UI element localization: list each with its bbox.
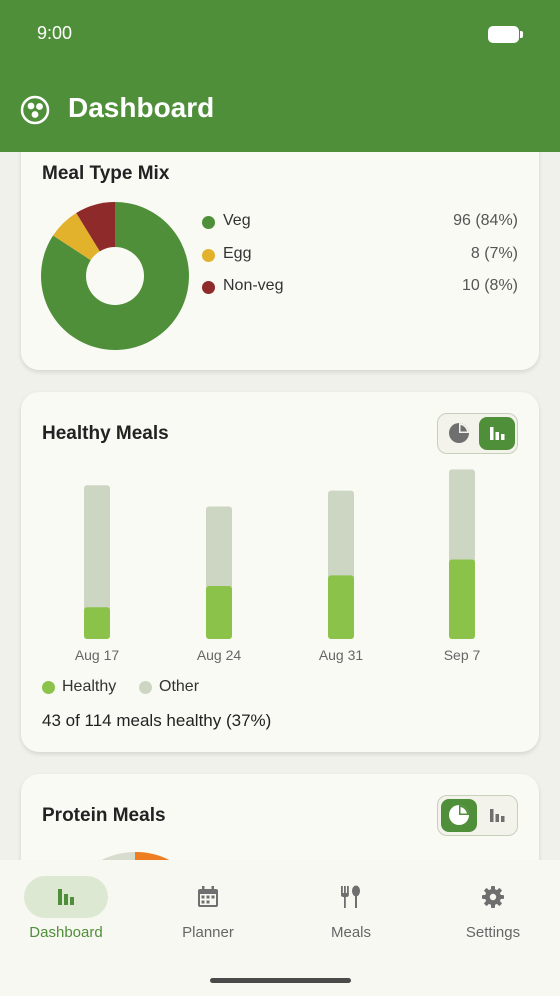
app-bar: 9:00 Dashboard — [0, 0, 560, 152]
other-dot — [139, 681, 152, 694]
bar-chart-icon — [490, 809, 505, 822]
legend-item-veg: Veg 96 (84%) — [202, 211, 518, 233]
chart-type-toggle — [437, 413, 518, 454]
healthy-dot — [42, 681, 55, 694]
legend-label: Healthy — [62, 678, 117, 695]
legend-label: Other — [159, 678, 200, 695]
meal-type-donut-chart — [41, 202, 189, 350]
bar-other — [449, 469, 475, 564]
bar-other — [84, 485, 110, 612]
nav-item-settings[interactable]: Settings — [423, 860, 560, 960]
bar-view-button[interactable] — [479, 417, 515, 450]
legend-value: 10 (8%) — [461, 277, 518, 294]
nav-item-meals[interactable]: Meals — [281, 860, 421, 960]
status-time: 9:00 — [37, 23, 73, 43]
bar-healthy — [328, 575, 354, 639]
bar-healthy — [449, 559, 475, 639]
pie-chart-icon — [449, 805, 469, 825]
bar-view-button[interactable] — [479, 799, 515, 832]
dashboard-content[interactable]: Meal Type Mix Veg 96 (84%) Egg 8 (7%) No… — [0, 152, 560, 860]
nav-label: Meals — [330, 924, 371, 941]
donut-hole — [86, 247, 144, 305]
protein-meals-card: Protein Meals — [21, 774, 539, 860]
gear-icon — [482, 886, 504, 908]
healthy-meals-card: Healthy Meals Aug 17 Aug 24 Aug 31 Sep 7 — [21, 392, 539, 752]
pie-view-button[interactable] — [441, 417, 477, 450]
nav-label: Settings — [465, 924, 521, 941]
page-title: Dashboard — [68, 92, 215, 123]
healthy-meals-bar-chart: Aug 17 Aug 24 Aug 31 Sep 7 — [75, 469, 481, 663]
pie-view-button[interactable] — [441, 799, 477, 832]
bar-healthy — [84, 607, 110, 639]
bar-other — [206, 506, 232, 590]
calendar-icon — [198, 886, 218, 907]
nav-label: Planner — [182, 924, 234, 941]
x-tick-label: Sep 7 — [444, 647, 481, 663]
healthy-meals-title: Healthy Meals — [42, 423, 169, 444]
nav-label: Dashboard — [29, 924, 103, 941]
legend-item-nonveg: Non-veg 10 (8%) — [202, 276, 518, 298]
legend-label: Veg — [223, 212, 251, 229]
bar-healthy — [206, 586, 232, 639]
legend-item-egg: Egg 8 (7%) — [202, 244, 518, 266]
meal-type-mix-card: Meal Type Mix Veg 96 (84%) Egg 8 (7%) No… — [21, 152, 539, 370]
bottom-nav: Dashboard Planner Meals Settings — [0, 860, 560, 996]
legend-label: Non-veg — [223, 277, 284, 294]
legend-label: Egg — [223, 245, 252, 262]
nav-item-dashboard[interactable]: Dashboard — [0, 860, 140, 960]
x-tick-label: Aug 17 — [75, 647, 120, 663]
chart-type-toggle — [437, 795, 518, 836]
egg-dot — [202, 249, 215, 262]
veg-dot — [202, 216, 215, 229]
protein-meals-title: Protein Meals — [42, 805, 166, 826]
meal-type-mix-title: Meal Type Mix — [42, 163, 170, 184]
bar-chart-icon — [490, 427, 505, 440]
legend-value: 96 (84%) — [453, 212, 518, 229]
bar-chart-icon — [58, 889, 74, 905]
bar-other — [328, 490, 354, 580]
x-tick-label: Aug 31 — [319, 647, 364, 663]
battery-icon — [488, 26, 523, 43]
nav-item-planner[interactable]: Planner — [138, 860, 278, 960]
nonveg-dot — [202, 281, 215, 294]
legend-value: 8 (7%) — [470, 245, 518, 262]
x-tick-label: Aug 24 — [197, 647, 242, 663]
app-logo-icon — [20, 95, 50, 125]
protein-pie-chart — [101, 852, 170, 860]
healthy-summary: 43 of 114 meals healthy (37%) — [42, 711, 272, 730]
home-indicator — [210, 978, 351, 983]
pie-chart-icon — [449, 423, 469, 443]
fork-spoon-icon — [341, 885, 360, 908]
